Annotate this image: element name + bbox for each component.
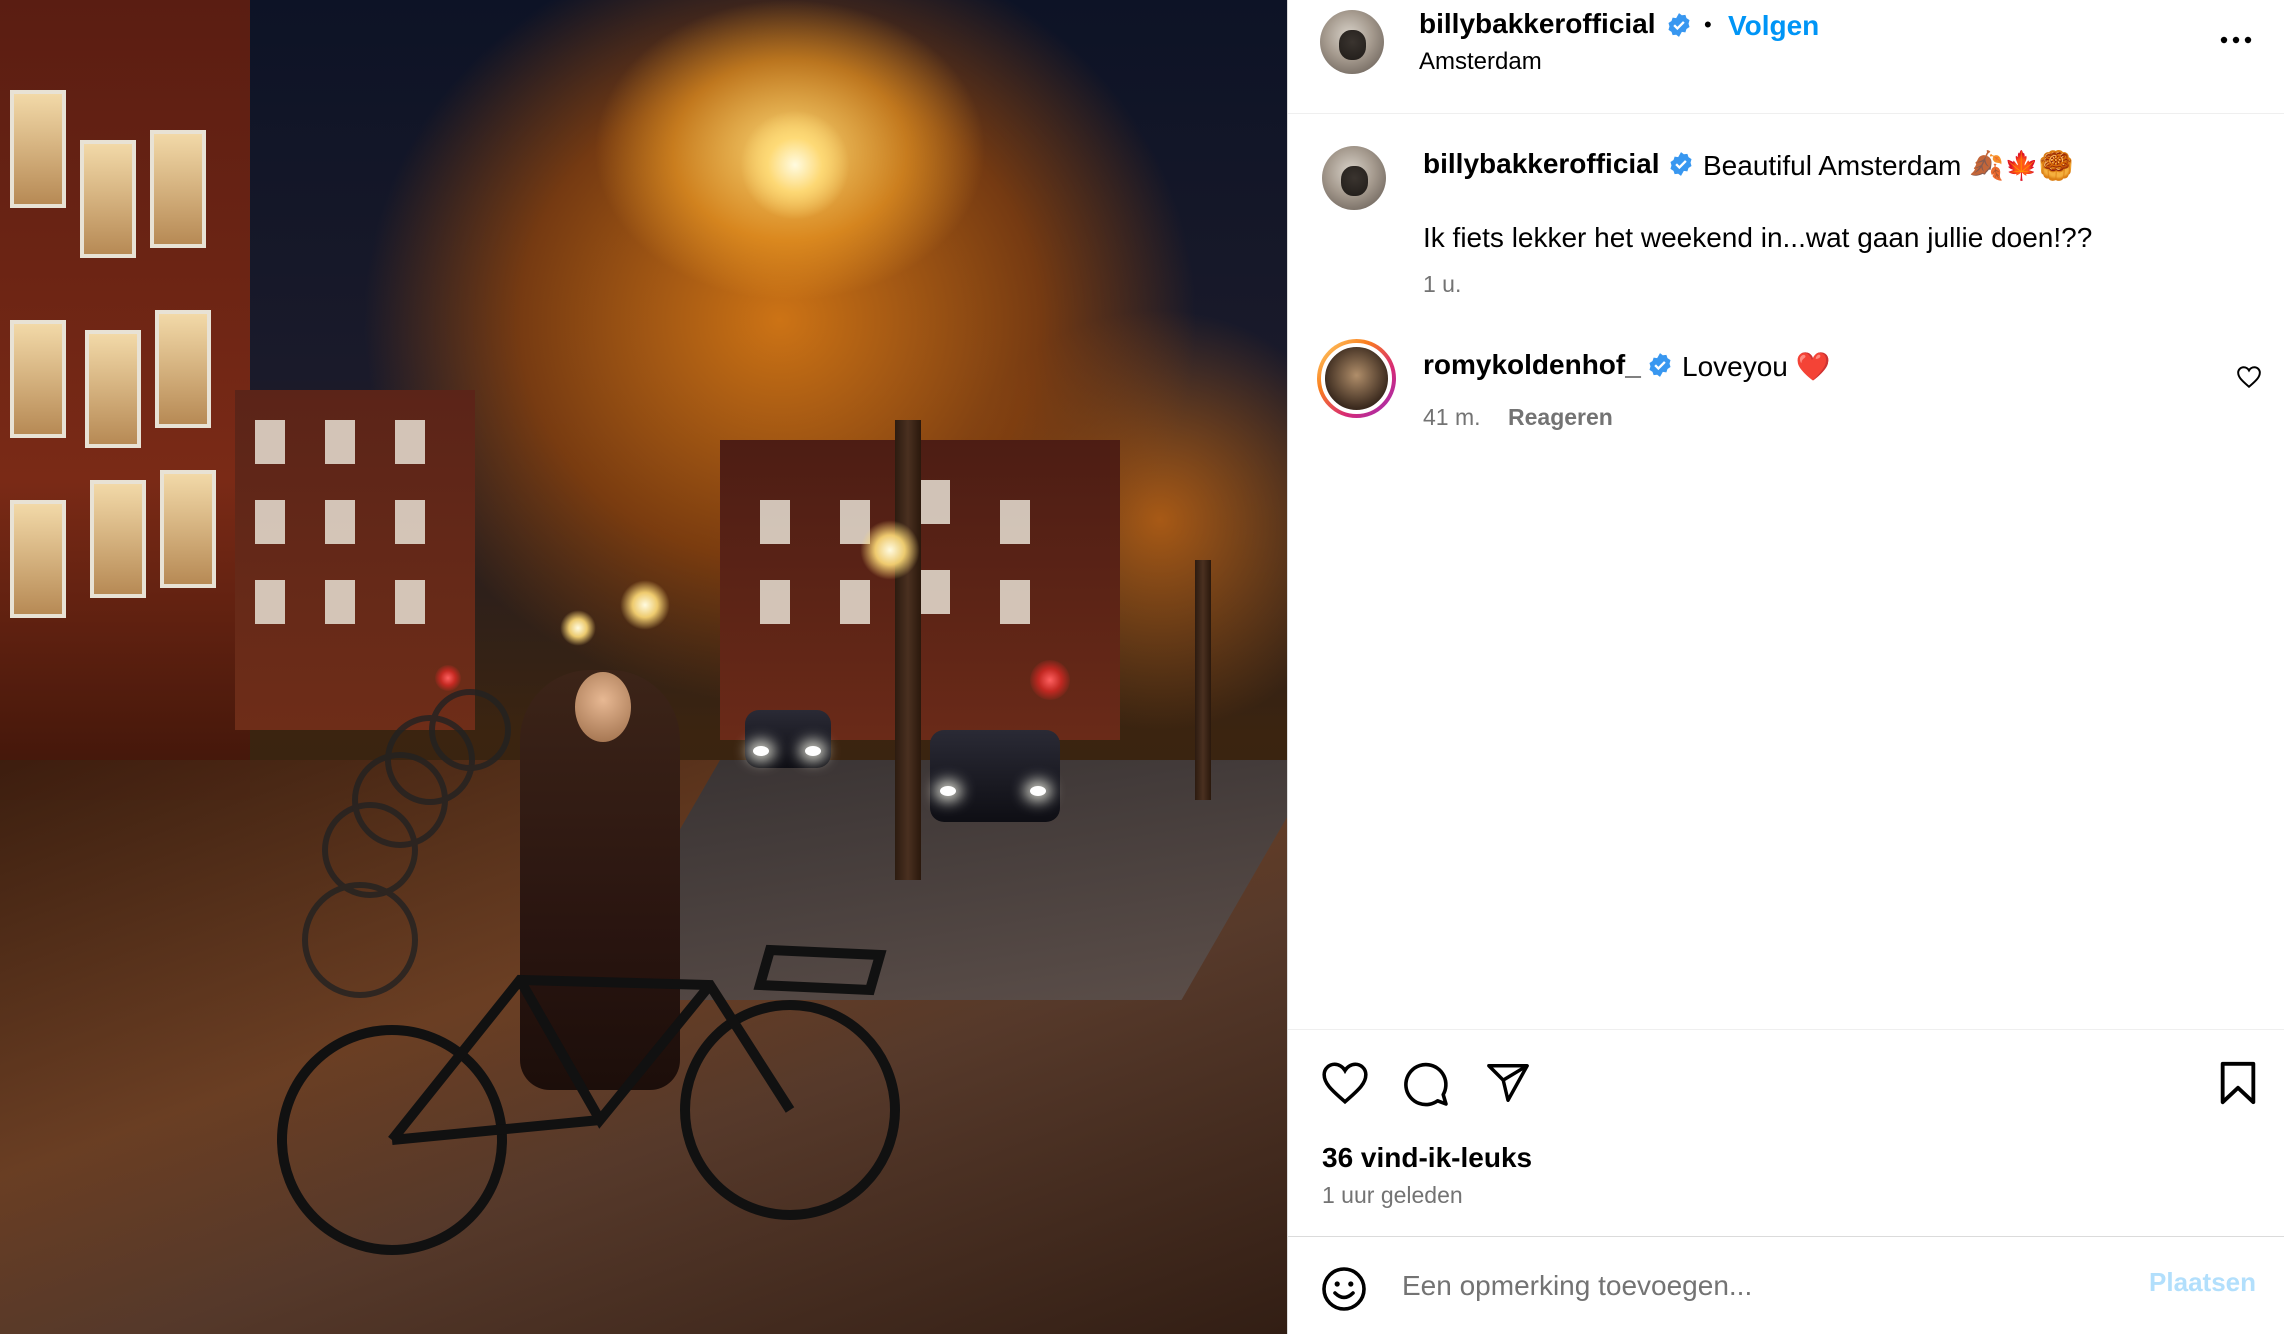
paper-plane-icon[interactable] — [1484, 1060, 1532, 1106]
post-comment-button[interactable]: Plaatsen — [2149, 1267, 2256, 1298]
caption-author-username[interactable]: billybakkerofficial — [1423, 148, 1660, 180]
photo-bicycles — [277, 689, 900, 1255]
author-avatar[interactable] — [1320, 10, 1384, 74]
caption-body: Ik fiets lekker het weekend in...wat gaa… — [1423, 222, 2093, 253]
heart-icon[interactable] — [1320, 1060, 1370, 1106]
verified-badge-icon — [1670, 152, 1692, 176]
reply-button[interactable]: Reageren — [1508, 404, 1613, 431]
post-photo[interactable] — [0, 0, 1287, 1334]
verified-badge-icon — [1668, 13, 1690, 37]
caption-title: Beautiful Amsterdam 🍂🍁🥮 — [1703, 150, 2074, 181]
post-time-ago[interactable]: 1 uur geleden — [1322, 1182, 1463, 1209]
header-separator: • — [1704, 12, 1712, 37]
caption-timestamp[interactable]: 1 u. — [1423, 271, 1461, 298]
comment-bubble-icon[interactable] — [1402, 1060, 1450, 1108]
comment-input[interactable] — [1400, 1259, 2094, 1313]
caption-author-avatar[interactable] — [1322, 146, 1386, 210]
like-count[interactable]: 36 vind-ik-leuks — [1322, 1142, 1532, 1174]
verified-badge-icon — [1649, 353, 1671, 377]
post-location[interactable]: Amsterdam — [1419, 48, 1542, 76]
commenter-avatar[interactable] — [1317, 339, 1396, 418]
comment-composer: Plaatsen — [1288, 1236, 2284, 1335]
follow-button[interactable]: Volgen — [1728, 10, 1819, 42]
bookmark-icon[interactable] — [2218, 1060, 2258, 1106]
more-horizontal-icon[interactable] — [2218, 28, 2254, 52]
commenter-username[interactable]: romykoldenhof_ — [1423, 349, 1641, 381]
emoji-smiley-icon[interactable] — [1320, 1265, 1368, 1313]
comment-text: Loveyou ❤️ — [1682, 351, 1831, 382]
post-header: billybakkerofficial • Volgen Amsterdam — [1288, 0, 2284, 114]
small-heart-icon[interactable] — [2236, 365, 2262, 389]
post-actions: 36 vind-ik-leuks 1 uur geleden — [1288, 1029, 2284, 1237]
comment-timestamp[interactable]: 41 m. — [1423, 404, 1481, 431]
post-detail-panel: billybakkerofficial • Volgen Amsterdam b… — [1287, 0, 2284, 1334]
author-username[interactable]: billybakkerofficial — [1419, 8, 1656, 40]
